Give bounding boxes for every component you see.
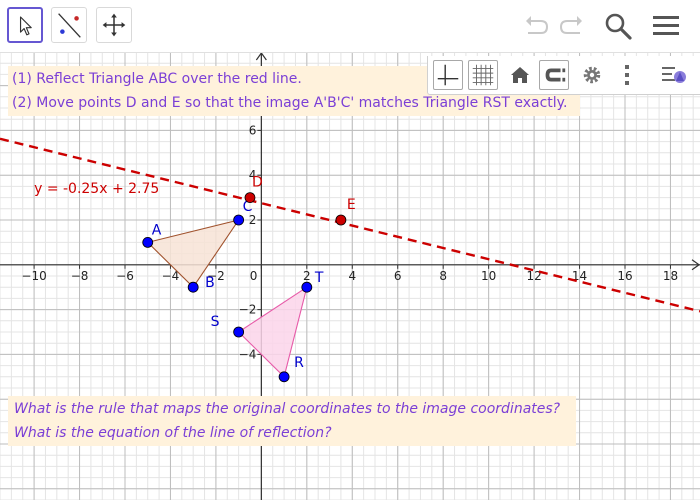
toolbar — [0, 0, 700, 53]
axes-icon — [437, 64, 459, 86]
point-b[interactable] — [187, 281, 199, 293]
question-line-equation: What is the equation of the line of refl… — [14, 425, 332, 441]
point-label-e: E — [347, 197, 356, 213]
standard-view-button[interactable] — [505, 60, 535, 90]
undo-button[interactable] — [520, 10, 552, 42]
gear-icon — [583, 66, 601, 84]
reflect-line-tool-button[interactable] — [51, 7, 87, 43]
x-tick-label: −6 — [116, 269, 134, 283]
graphics-style-bar — [427, 56, 700, 95]
more-vertical-icon — [625, 65, 629, 85]
move-tool-button[interactable] — [7, 7, 43, 43]
point-label-t: T — [314, 270, 324, 286]
home-icon — [511, 67, 529, 83]
reflection-line[interactable] — [0, 137, 700, 313]
toggle-style-bar-button[interactable] — [659, 60, 689, 90]
more-options-button[interactable] — [612, 60, 642, 90]
y-tick-label: 2 — [249, 213, 257, 227]
point-s[interactable] — [233, 326, 245, 338]
grid-icon — [472, 64, 494, 86]
arrow-cursor-icon — [19, 16, 32, 36]
undo-icon — [526, 16, 549, 34]
x-tick-label: −8 — [71, 269, 89, 283]
point-label-r: R — [294, 355, 304, 371]
graphics-settings-button[interactable] — [577, 60, 607, 90]
main-menu-button[interactable] — [650, 10, 682, 42]
style-bar-toggle-icon — [662, 67, 686, 83]
point-t[interactable] — [301, 281, 313, 293]
point-label-b: B — [205, 275, 215, 291]
point-label-a: A — [152, 222, 162, 238]
move-arrows-icon — [102, 13, 126, 37]
point-e[interactable] — [335, 214, 347, 226]
y-tick-label: −4 — [239, 347, 257, 361]
point-capturing-button[interactable] — [539, 60, 569, 90]
y-tick-label: −2 — [239, 303, 257, 317]
questions-text-box: What is the rule that maps the original … — [8, 396, 576, 446]
x-tick-label: 0 — [250, 269, 258, 283]
x-tick-label: 10 — [481, 269, 496, 283]
x-tick-label: 8 — [439, 269, 447, 283]
x-tick-label: 2 — [303, 269, 311, 283]
x-tick-label: 18 — [663, 269, 678, 283]
show-axes-button[interactable] — [433, 60, 463, 90]
magnet-icon — [545, 68, 566, 82]
x-tick-label: −10 — [21, 269, 46, 283]
point-label-d: D — [252, 175, 263, 191]
move-view-tool-button[interactable] — [96, 7, 132, 43]
reflection-line-equation-label: y = -0.25x + 2.75 — [34, 181, 159, 197]
point-d[interactable] — [244, 192, 256, 204]
x-tick-label: 16 — [617, 269, 632, 283]
redo-button[interactable] — [556, 10, 588, 42]
menu-icon — [653, 16, 679, 35]
search-icon — [605, 13, 632, 40]
point-r[interactable] — [278, 371, 290, 383]
point-label-s: S — [211, 314, 220, 330]
y-tick-label: 6 — [249, 123, 257, 137]
x-tick-label: 6 — [394, 269, 402, 283]
show-grid-button[interactable] — [468, 60, 498, 90]
question-mapping-rule: What is the rule that maps the original … — [14, 401, 561, 417]
x-tick-label: 4 — [348, 269, 356, 283]
redo-icon — [559, 16, 582, 34]
reflect-about-line-icon — [58, 13, 81, 38]
point-c[interactable] — [233, 214, 245, 226]
point-a[interactable] — [142, 236, 154, 248]
search-button[interactable] — [602, 10, 634, 42]
